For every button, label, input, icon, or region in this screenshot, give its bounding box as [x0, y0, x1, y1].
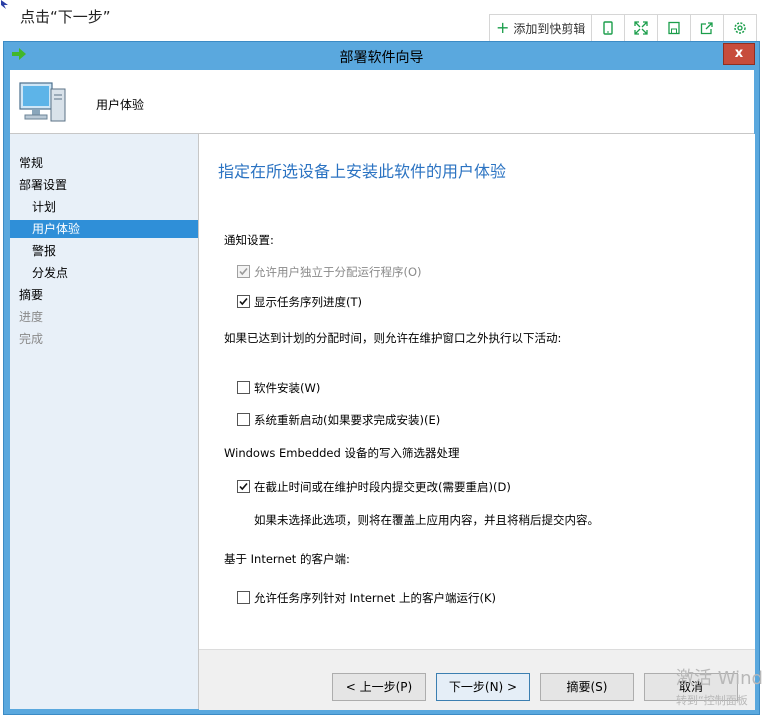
settings-button[interactable] — [724, 15, 756, 41]
checkmark-icon — [239, 482, 248, 491]
activation-watermark: 激活 Wind — [676, 668, 763, 689]
nav-item-schedule[interactable]: 计划 — [32, 198, 56, 216]
wizard-footer: < 上一步(P) 下一步(N) > 摘要(S) 取消 — [199, 649, 755, 710]
internet-clients-checkbox[interactable] — [237, 591, 250, 604]
nav-item-progress: 进度 — [19, 310, 44, 324]
content-title: 指定在所选设备上安装此软件的用户体验 — [218, 162, 507, 181]
internet-clients-label[interactable]: 允许任务序列针对 Internet 上的客户端运行(K) — [254, 590, 496, 606]
add-to-clip-label: 添加到快剪辑 — [513, 21, 586, 36]
nav-item-user-experience[interactable]: 用户体验 — [10, 220, 198, 238]
commit-changes-checkbox[interactable] — [237, 480, 250, 493]
checkmark-icon — [239, 267, 248, 276]
header-title: 用户体验 — [96, 98, 145, 112]
show-progress-checkbox[interactable] — [237, 295, 250, 308]
allow-independent-checkbox — [237, 265, 250, 278]
share-icon — [701, 22, 714, 35]
deploy-software-wizard-window: 部署软件向导 x 用户体验 常规 部署设置 计划 用户体验 警报 分发点 摘要 … — [3, 41, 760, 715]
nav-item-completion: 完成 — [19, 332, 44, 346]
summary-button[interactable]: 摘要(S) — [540, 673, 634, 701]
window-title: 部署软件向导 — [339, 50, 424, 66]
clip-toolbar: + 添加到快剪辑 — [489, 14, 758, 42]
internet-heading: 基于 Internet 的客户端: — [224, 552, 350, 566]
software-install-label[interactable]: 软件安装(W) — [254, 380, 320, 396]
nav-item-summary[interactable]: 摘要 — [19, 286, 43, 304]
embedded-heading: Windows Embedded 设备的写入筛选器处理 — [224, 446, 460, 460]
wizard-nav: 常规 部署设置 计划 用户体验 警报 分发点 摘要 进度 完成 — [10, 134, 198, 709]
show-progress-label[interactable]: 显示任务序列进度(T) — [254, 294, 362, 310]
nav-item-distribution-points[interactable]: 分发点 — [32, 264, 68, 282]
notify-heading: 通知设置: — [224, 233, 274, 247]
deadline-text: 如果已达到计划的分配时间，则允许在维护窗口之外执行以下活动: — [224, 331, 562, 345]
close-button[interactable]: x — [723, 43, 755, 65]
system-restart-label[interactable]: 系统重新启动(如果要求完成安装)(E) — [254, 412, 440, 428]
commit-note: 如果未选择此选项，则将在覆盖上应用内容，并且将稍后提交内容。 — [254, 513, 599, 527]
software-install-checkbox[interactable] — [237, 381, 250, 394]
settings-icon — [734, 22, 747, 34]
nav-item-general[interactable]: 常规 — [19, 154, 43, 172]
checkmark-icon — [239, 297, 248, 306]
share-button[interactable] — [691, 15, 725, 41]
allow-independent-label: 允许用户独立于分配运行程序(O) — [254, 265, 422, 279]
next-button[interactable]: 下一步(N) > — [436, 673, 530, 701]
prev-button[interactable]: < 上一步(P) — [332, 673, 426, 701]
expand-icon — [634, 21, 649, 35]
add-to-clip-button[interactable]: + 添加到快剪辑 — [490, 15, 593, 41]
system-restart-checkbox[interactable] — [237, 413, 250, 426]
instruction-caption: 点击“下一步” — [20, 8, 111, 26]
save-icon — [668, 21, 681, 35]
plus-icon: + — [496, 18, 510, 37]
wizard-client-area: 用户体验 常规 部署设置 计划 用户体验 警报 分发点 摘要 进度 完成 指定在… — [10, 70, 755, 710]
wizard-content: 指定在所选设备上安装此软件的用户体验 通知设置: 允许用户独立于分配运行程序(O… — [198, 134, 755, 710]
computer-icon — [19, 82, 66, 122]
expand-button[interactable] — [625, 15, 659, 41]
cursor-icon — [1, 0, 8, 9]
window-titlebar[interactable]: 部署软件向导 x — [4, 42, 759, 70]
nav-item-alerts[interactable]: 警报 — [32, 242, 56, 260]
save-button[interactable] — [658, 15, 692, 41]
phone-button[interactable] — [592, 15, 626, 41]
commit-changes-label[interactable]: 在截止时间或在维护时段内提交更改(需要重启)(D) — [254, 479, 511, 495]
wizard-header: 用户体验 — [10, 70, 754, 134]
activation-watermark-sub: 转到“控制面板 — [676, 694, 748, 707]
phone-icon — [603, 21, 614, 35]
nav-item-deployment-settings[interactable]: 部署设置 — [19, 176, 67, 194]
